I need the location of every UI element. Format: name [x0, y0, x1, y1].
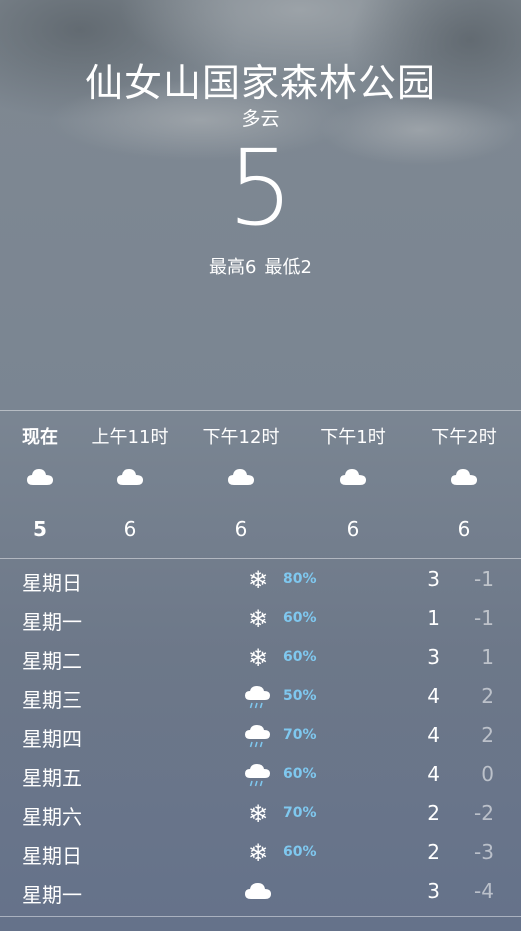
day-high: 3 — [427, 645, 440, 669]
cloud-icon — [75, 467, 185, 491]
snowflake-icon: ❄ — [247, 566, 269, 594]
day-row: 星期二 ❄ 60% 3 1 — [0, 639, 521, 678]
day-row: 星期一 ❄ 60% 1 -1 — [0, 600, 521, 639]
day-low: -2 — [474, 801, 494, 825]
day-name: 星期一 — [22, 883, 82, 907]
day-high: 1 — [427, 606, 440, 630]
snowflake-icon: ❄ — [247, 605, 269, 633]
day-low: -3 — [474, 840, 494, 864]
day-high: 2 — [427, 840, 440, 864]
day-high: 4 — [427, 762, 440, 786]
snowflake-icon: ❄ — [247, 839, 269, 867]
snowflake-icon: ❄ — [247, 644, 269, 672]
precip-chance: 70% — [283, 805, 317, 821]
day-name: 星期五 — [22, 766, 82, 790]
day-name: 星期日 — [22, 844, 82, 868]
day-row: 星期三 50% 4 2 — [0, 678, 521, 717]
day-row: 星期日 ❄ 60% 2 -3 — [0, 834, 521, 873]
day-low: -1 — [474, 606, 494, 630]
today-low: 最低2 — [264, 257, 312, 278]
day-row: 星期五 60% 4 0 — [0, 756, 521, 795]
precip-chance: 60% — [283, 649, 317, 665]
hour-label: 下午2时 — [431, 427, 497, 448]
day-low: 0 — [481, 762, 494, 786]
day-high: 3 — [427, 567, 440, 591]
hour-slot: 下午12时 6 — [186, 411, 296, 557]
day-high: 2 — [427, 801, 440, 825]
day-row: 星期一 3 -4 — [0, 873, 521, 912]
hour-label: 上午11时 — [91, 427, 169, 448]
today-high: 最高6 — [209, 257, 257, 278]
precip-chance: 60% — [283, 766, 317, 782]
day-name: 星期六 — [22, 805, 82, 829]
cloud-rain-icon — [243, 760, 273, 790]
hour-slot: 下午2时 6 — [409, 411, 519, 557]
day-row: 星期日 ❄ 80% 3 -1 — [0, 561, 521, 600]
snowflake-icon: ❄ — [247, 800, 269, 828]
day-low: 2 — [481, 684, 494, 708]
location-title: 仙女山国家森林公园 — [84, 61, 436, 105]
current-temperature: 5 — [227, 127, 294, 249]
cloud-rain-icon — [243, 682, 273, 712]
hour-temperature: 6 — [234, 517, 248, 541]
day-name: 星期二 — [22, 649, 82, 673]
cloud-icon — [243, 877, 273, 907]
hour-label: 下午1时 — [320, 427, 386, 448]
hour-slot: 下午1时 6 — [298, 411, 408, 557]
precip-chance: 80% — [283, 571, 317, 587]
day-high: 4 — [427, 723, 440, 747]
day-name: 星期三 — [22, 688, 82, 712]
current-weather: 仙女山国家森林公园 多云 5 最高6 最低2 — [0, 0, 521, 300]
day-row: 星期四 70% 4 2 — [0, 717, 521, 756]
hour-label: 下午12时 — [202, 427, 280, 448]
cloud-icon — [186, 467, 296, 491]
day-row: 星期六 ❄ 70% 2 -2 — [0, 795, 521, 834]
day-name: 星期一 — [22, 610, 82, 634]
hour-temperature: 6 — [457, 517, 471, 541]
divider-middle — [0, 558, 521, 559]
day-low: -1 — [474, 567, 494, 591]
cloud-icon — [409, 467, 519, 491]
day-name: 星期四 — [22, 727, 82, 751]
divider-bottom — [0, 916, 521, 917]
cloud-icon — [298, 467, 408, 491]
precip-chance: 70% — [283, 727, 317, 743]
day-low: 1 — [481, 645, 494, 669]
high-low-summary: 最高6 最低2 — [0, 253, 521, 279]
precip-chance: 60% — [283, 844, 317, 860]
day-low: -4 — [474, 879, 494, 903]
hour-temperature: 6 — [346, 517, 360, 541]
day-low: 2 — [481, 723, 494, 747]
cloud-rain-icon — [243, 721, 273, 751]
hour-slot: 上午11时 6 — [75, 411, 185, 557]
day-name: 星期日 — [22, 571, 82, 595]
precip-chance: 60% — [283, 610, 317, 626]
precip-chance: 50% — [283, 688, 317, 704]
day-high: 4 — [427, 684, 440, 708]
hourly-forecast[interactable]: 现在 5 上午11时 6 下午12时 6 下午1时 6 下午2时 6 — [0, 411, 521, 557]
hour-temperature: 6 — [123, 517, 137, 541]
day-high: 3 — [427, 879, 440, 903]
